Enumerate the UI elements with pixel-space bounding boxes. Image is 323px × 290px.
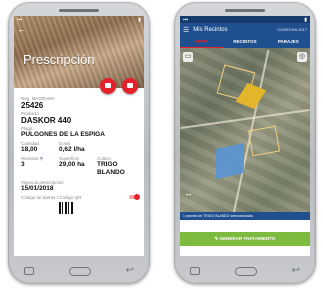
search-icon[interactable]: ⚲ xyxy=(40,156,43,161)
reg-value: 25426 xyxy=(21,101,44,110)
product-value: DASKOR 440 xyxy=(21,116,72,125)
page-title: Prescripción xyxy=(23,52,95,67)
mail-button[interactable] xyxy=(122,78,138,94)
phone-right: ▪▪▪ ▮ ☰ Mis Recintos COSECHA 2017 MAPA R… xyxy=(174,2,316,284)
tab-bar: MAPA RECINTOS PARAJES xyxy=(180,36,310,48)
app-bar: ☰ Mis Recintos COSECHA 2017 xyxy=(180,23,310,36)
tab-map[interactable]: MAPA xyxy=(180,36,224,48)
battery-icon: ▮ xyxy=(304,16,307,23)
document-icon xyxy=(105,83,111,88)
generate-treatment-button[interactable]: ✎ GENERAR TRATAMIENTO xyxy=(180,232,310,246)
back-arrow-icon[interactable]: ← xyxy=(17,24,26,34)
crop-value: TRIGO BLANDO xyxy=(97,161,125,176)
back-icon[interactable]: ↩ xyxy=(126,266,134,276)
barcode-toggle[interactable] xyxy=(129,193,140,200)
generate-treatment-label: GENERAR TRATAMIENTO xyxy=(219,236,276,241)
plots-value: 3 xyxy=(21,161,25,168)
pan-arrows-icon[interactable]: ↔ xyxy=(184,188,193,198)
home-button[interactable] xyxy=(68,266,91,276)
home-button[interactable] xyxy=(234,266,257,276)
signal-icon: ▪▪▪ xyxy=(183,16,189,23)
tab-places[interactable]: PARAJES xyxy=(267,36,310,48)
app-title: Mis Recintos xyxy=(193,26,228,33)
prescription-screen: ▪▪▪ ▮ ← Prescripción Reg. MAGRAMA 25426 … xyxy=(14,16,144,256)
tab-plots[interactable]: RECINTOS xyxy=(223,36,266,48)
barcode-label: Código de barras / Código QR xyxy=(21,195,82,200)
signal-icon: ▪▪▪ xyxy=(17,16,23,23)
android-nav-bar: ↩ xyxy=(14,262,144,280)
dose-value: 0,62 l/ha xyxy=(59,146,85,153)
selection-info: 1 parcela de TRIGO BLANDO seleccionadas xyxy=(180,212,310,220)
phone-left: ▪▪▪ ▮ ← Prescripción Reg. MAGRAMA 25426 … xyxy=(8,2,150,284)
quantity-value: 18,00 xyxy=(21,146,38,153)
battery-icon: ▮ xyxy=(138,16,141,23)
validity-value: 15/01/2018 xyxy=(21,185,54,192)
selected-plot-blue[interactable] xyxy=(216,143,244,179)
plots-screen: ▪▪▪ ▮ ☰ Mis Recintos COSECHA 2017 MAPA R… xyxy=(180,16,310,256)
phone-speaker xyxy=(225,9,265,12)
recent-apps-icon[interactable] xyxy=(24,267,34,275)
recent-apps-icon[interactable] xyxy=(190,267,200,275)
location-icon[interactable]: ◎ xyxy=(297,52,307,62)
status-bar: ▪▪▪ ▮ xyxy=(180,16,310,23)
prescription-details: Reg. MAGRAMA 25426 Producto DASKOR 440 P… xyxy=(21,96,140,214)
hero-image: ▪▪▪ ▮ ← Prescripción xyxy=(14,16,144,88)
menu-icon[interactable]: ☰ xyxy=(183,26,189,34)
status-bar: ▪▪▪ ▮ xyxy=(14,16,144,23)
plot-outline[interactable] xyxy=(247,125,281,157)
phone-speaker xyxy=(59,9,99,12)
quantity-row: Cantidad 18,00 Dosis 0,62 l/ha xyxy=(21,141,139,154)
layers-icon[interactable]: ▭ xyxy=(183,52,193,62)
add-button[interactable] xyxy=(100,78,116,94)
pest-value: PULGONES DE LA ESPIGA xyxy=(21,131,105,138)
back-icon[interactable]: ↩ xyxy=(292,266,300,276)
surface-value: 29,00 ha xyxy=(59,161,85,168)
qr-code-icon xyxy=(59,202,73,214)
map-road xyxy=(180,108,310,130)
plots-row: Recintos ⚲ 3 Superficie 29,00 ha Cultivo… xyxy=(21,156,139,177)
android-nav-bar: ↩ xyxy=(180,262,310,280)
season-label[interactable]: COSECHA 2017 xyxy=(277,27,307,32)
mail-icon xyxy=(127,83,133,88)
satellite-map[interactable]: ▭ ◎ ↔ xyxy=(180,48,310,216)
